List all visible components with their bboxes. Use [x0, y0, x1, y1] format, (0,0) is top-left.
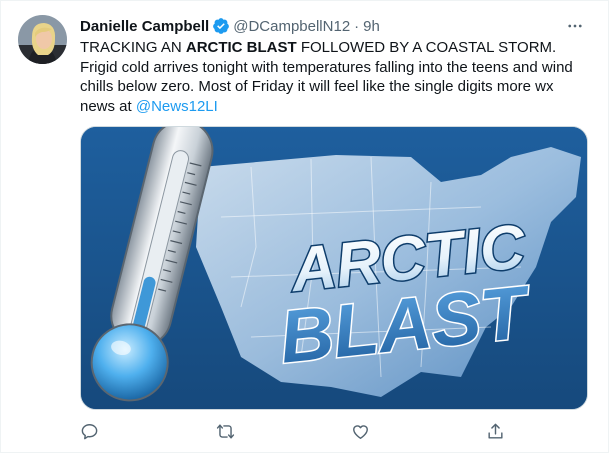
tweet-text-line-2: Frigid cold arrives tonight with tempera…: [80, 58, 573, 76]
like-heart-icon[interactable]: [348, 419, 372, 443]
tweet-text-line-4: news at @News12LI: [80, 97, 590, 117]
tweet-card[interactable]: Danielle Campbell @DCampbellN12 · 9h TRA…: [0, 0, 609, 453]
text-segment: TRACKING AN: [80, 39, 186, 56]
tweet-text: TRACKING AN ARCTIC BLAST FOLLOWED BY A C…: [80, 38, 590, 116]
meta-separator: ·: [354, 17, 360, 35]
tweet-actions-bar: [80, 419, 520, 443]
text-segment: FOLLOWED BY A COASTAL STORM.: [296, 39, 557, 56]
tweet-timestamp[interactable]: 9h: [363, 18, 380, 35]
more-dots-icon[interactable]: [563, 14, 587, 38]
retweet-icon[interactable]: [213, 419, 237, 443]
bold-text-segment: ARCTIC BLAST: [185, 39, 297, 56]
mention-link[interactable]: @News12LI: [136, 98, 218, 115]
share-icon[interactable]: [483, 419, 507, 443]
avatar[interactable]: [18, 15, 67, 64]
tweet-text-line-1: TRACKING AN ARCTIC BLAST FOLLOWED BY A C…: [80, 38, 590, 58]
text-segment: news at: [80, 97, 136, 115]
verified-badge-icon: [212, 17, 230, 35]
author-handle[interactable]: @DCampbellN12: [233, 18, 350, 35]
author-name[interactable]: Danielle Campbell: [80, 18, 209, 35]
reply-icon[interactable]: [77, 419, 101, 443]
tweet-text-line-3: chills below zero. Most of Friday it wil…: [80, 78, 554, 95]
tweet-header: Danielle Campbell @DCampbellN12 · 9h: [80, 16, 380, 36]
tweet-media-image[interactable]: ARCTIC BLAST: [80, 126, 588, 410]
